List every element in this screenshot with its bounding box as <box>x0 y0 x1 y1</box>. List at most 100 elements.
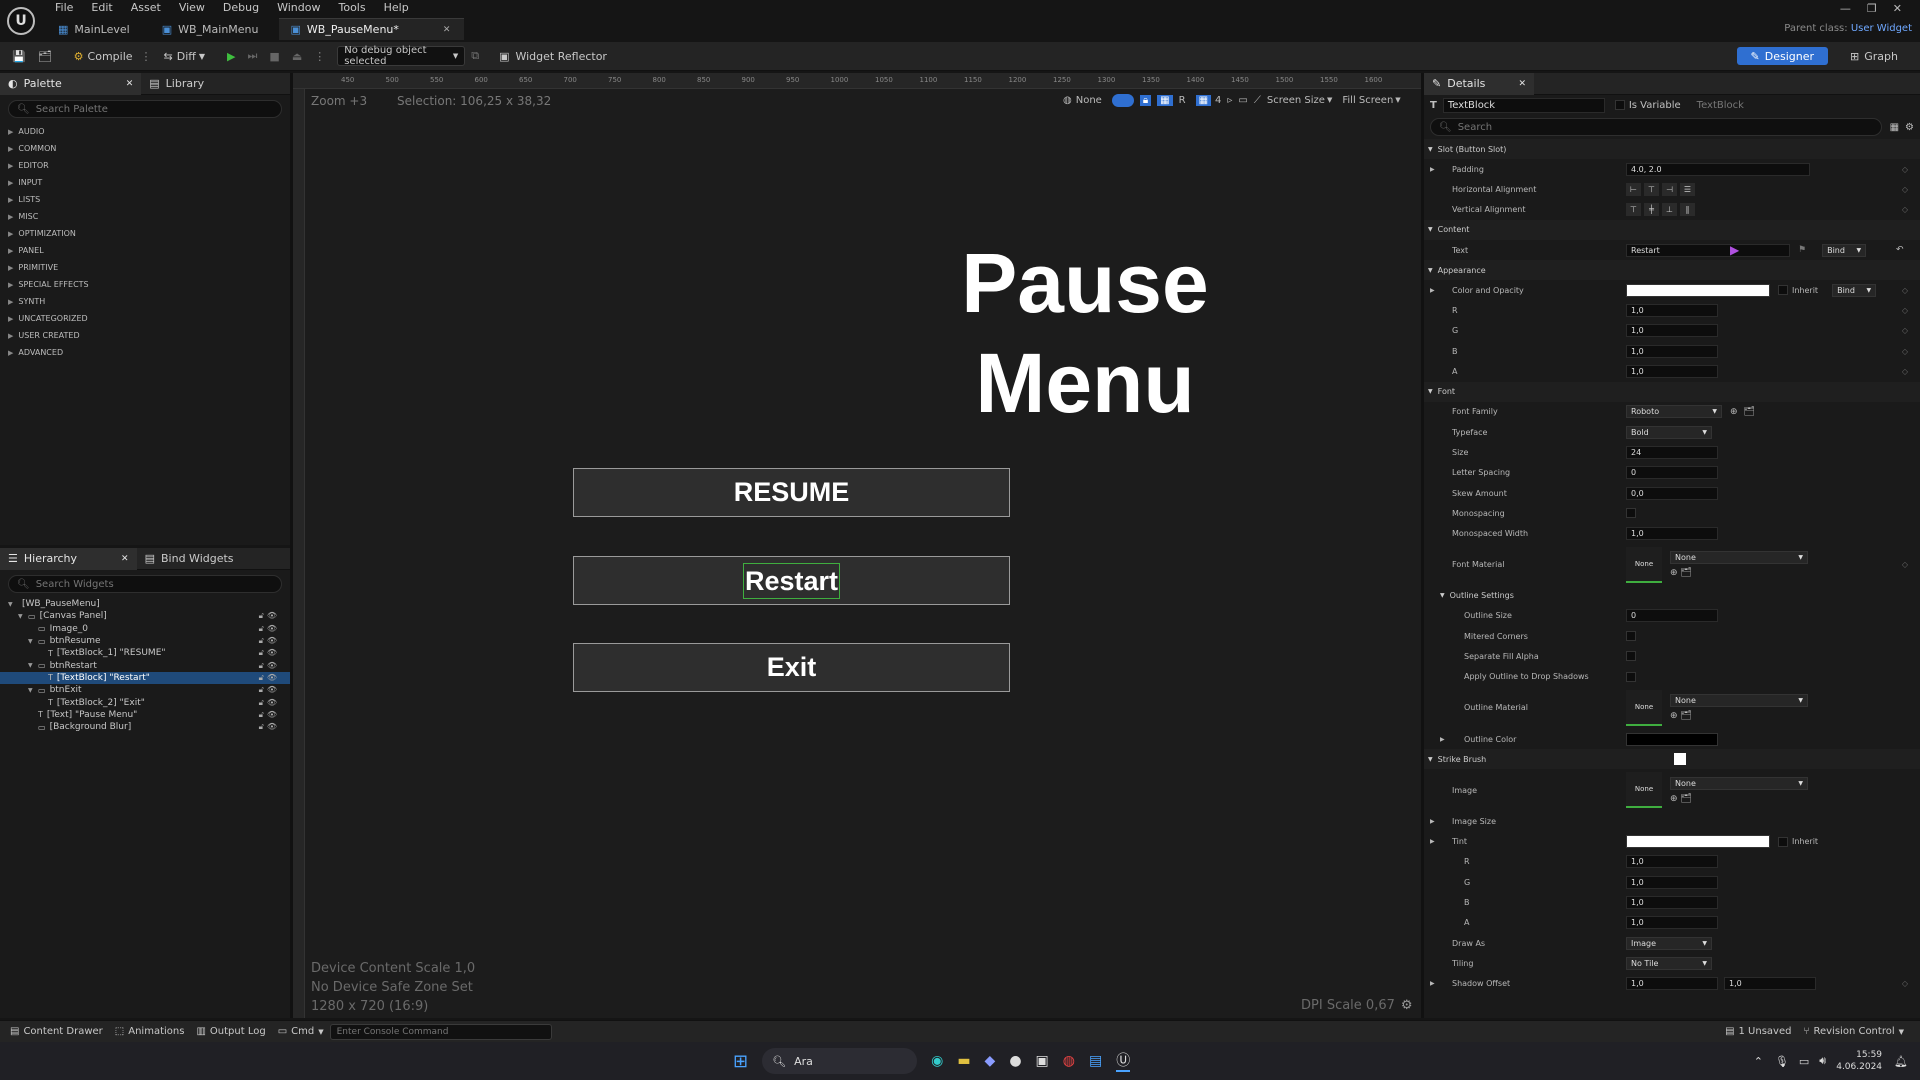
asset-dropdown[interactable]: None ▼ <box>1670 551 1808 565</box>
v-align-button-2[interactable]: ⊥ <box>1662 203 1677 217</box>
font-material-thumbnail[interactable]: None <box>1626 546 1662 583</box>
size-field[interactable]: 24 <box>1626 445 1718 459</box>
browse-icon[interactable]: 🗂 <box>1680 794 1691 804</box>
keyframe-icon[interactable]: ◇ <box>1902 185 1908 194</box>
hierarchy-row[interactable]: T [Text] "Pause Menu" 🔓︎👁︎ <box>0 709 290 721</box>
palette-category-lists[interactable]: ▶ LISTS <box>0 191 290 208</box>
apply-outline-checkbox[interactable] <box>1626 671 1636 682</box>
flag-icon[interactable]: ⚑ <box>1798 245 1806 255</box>
use-selected-icon[interactable]: ⊕ <box>1670 794 1678 804</box>
menu-item-file[interactable]: File <box>46 0 82 16</box>
keyframe-icon[interactable]: ◇ <box>1902 165 1908 174</box>
debug-filter-button[interactable]: ⧉ <box>465 45 485 67</box>
palette-category-user-created[interactable]: ▶ USER CREATED <box>0 327 290 344</box>
keyframe-icon[interactable]: ◇ <box>1902 306 1908 315</box>
letter-spacing-field[interactable]: 0 <box>1626 466 1718 480</box>
hierarchy-row[interactable]: ▭ Image_0 🔓︎👁︎ <box>0 623 290 635</box>
lock-visibility-icons[interactable]: 🔓︎👁︎ <box>259 710 280 720</box>
toggle-switch[interactable] <box>1111 93 1134 107</box>
keyframe-icon[interactable]: ◇ <box>1902 367 1908 376</box>
lock-visibility-icons[interactable]: 🔓︎👁︎ <box>259 673 280 683</box>
shadow-y-field[interactable]: 1,0 <box>1724 977 1816 991</box>
step-button[interactable]: ⏭ <box>242 45 264 67</box>
keyframe-icon[interactable]: ◇ <box>1902 205 1908 214</box>
explorer-icon[interactable]: ▬ <box>957 1053 970 1069</box>
menu-item-edit[interactable]: Edit <box>82 0 121 16</box>
restart-label-selected[interactable]: Restart <box>742 562 841 599</box>
close-window-icon[interactable]: ✕ <box>1885 2 1910 15</box>
browse-icon[interactable]: 🗂 <box>1744 407 1755 417</box>
asset-dropdown[interactable]: None ▼ <box>1670 776 1808 790</box>
strike-image-thumbnail[interactable]: None <box>1626 772 1662 809</box>
palette-search-input[interactable] <box>35 103 273 115</box>
lock-visibility-icons[interactable]: 🔓︎👁︎ <box>259 685 280 695</box>
lock-visibility-icons[interactable]: 🔓︎👁︎ <box>259 611 280 621</box>
keyframe-icon[interactable]: ◇ <box>1902 347 1908 356</box>
menu-item-tools[interactable]: Tools <box>329 0 374 16</box>
font-family-dropdown[interactable]: Roboto ▼ <box>1626 405 1722 419</box>
color-r-field[interactable]: 1,0 <box>1626 304 1718 318</box>
palette-category-special-effects[interactable]: ▶ SPECIAL EFFECTS <box>0 276 290 293</box>
r-toggle[interactable]: R <box>1179 95 1186 106</box>
skew-field[interactable]: 0,0 <box>1626 486 1718 500</box>
close-icon[interactable]: ✕ <box>126 79 134 89</box>
hierarchy-row[interactable]: T [TextBlock_2] "Exit" 🔓︎👁︎ <box>0 696 290 708</box>
shadow-x-field[interactable]: 1,0 <box>1626 977 1718 991</box>
tab-hierarchy[interactable]: ☰ Hierarchy ✕ <box>0 547 137 570</box>
outline-material-thumbnail[interactable]: None <box>1626 689 1662 726</box>
text-value-field[interactable]: Restart <box>1626 243 1790 257</box>
use-selected-icon[interactable]: ⊕ <box>1670 568 1678 578</box>
menu-item-view[interactable]: View <box>170 0 214 16</box>
monospaced-width-field[interactable]: 1,0 <box>1626 527 1718 541</box>
edge-icon[interactable]: ◉ <box>931 1053 943 1069</box>
graph-mode-button[interactable]: ⊞ Graph <box>1844 45 1904 67</box>
tab-wbmainmenu[interactable]: ▣ WB_MainMenu <box>150 18 273 40</box>
tab-palette[interactable]: ◐ Palette ✕ <box>0 72 142 95</box>
tab-wbpausemenu[interactable]: ▣ WB_PauseMenu* ✕ <box>278 18 465 40</box>
keyframe-icon[interactable]: ◇ <box>1902 326 1908 335</box>
screen-size-select[interactable]: Screen Size <box>1267 95 1325 106</box>
chevron-right-icon[interactable]: ▶ <box>1430 818 1435 825</box>
browse-icon[interactable]: 🗂 <box>1680 711 1691 721</box>
unreal-logo-icon[interactable]: U <box>7 7 35 35</box>
inherit-checkbox[interactable] <box>1778 285 1788 296</box>
bind-dropdown[interactable]: Bind ▼ <box>1822 243 1867 257</box>
tab-mainlevel[interactable]: ▦ MainLevel <box>46 18 144 40</box>
hierarchy-search-input[interactable] <box>35 578 273 590</box>
chrome-icon[interactable]: ◍ <box>1063 1053 1075 1069</box>
hierarchy-row[interactable]: T [TextBlock] "Restart" 🔓︎👁︎ <box>0 671 290 685</box>
parent-class-value[interactable]: User Widget <box>1851 23 1912 34</box>
palette-category-uncategorized[interactable]: ▶ UNCATEGORIZED <box>0 310 290 327</box>
pause-menu-title[interactable]: Pause Menu <box>846 233 1324 433</box>
lock-visibility-icons[interactable]: 🔓︎👁︎ <box>259 722 280 732</box>
respect-locks-icon[interactable]: ▦ <box>1157 94 1173 106</box>
typeface-dropdown[interactable]: Bold ▼ <box>1626 425 1712 439</box>
tab-library[interactable]: ▤ Library <box>141 73 212 95</box>
color-g-field[interactable]: 1,0 <box>1626 324 1718 338</box>
use-selected-icon[interactable]: ⊕ <box>1730 407 1738 417</box>
play-options-icon[interactable]: ⋮ <box>308 45 331 67</box>
tint-r-field[interactable]: 1,0 <box>1626 855 1718 869</box>
notepad-icon[interactable]: ▤ <box>1089 1053 1102 1069</box>
notification-icon[interactable]: 🔔︎ <box>1894 1055 1908 1068</box>
content-drawer-button[interactable]: ▤ Content Drawer <box>4 1021 109 1043</box>
chevron-right-icon[interactable]: ▶ <box>1440 736 1445 743</box>
hierarchy-row[interactable]: T [TextBlock_1] "RESUME" 🔓︎👁︎ <box>0 647 290 659</box>
stop-button[interactable]: ■ <box>263 45 285 67</box>
lock-visibility-icons[interactable]: 🔓︎👁︎ <box>259 661 280 671</box>
close-icon[interactable]: ✕ <box>443 25 451 35</box>
play-button[interactable]: ▶ <box>221 45 241 67</box>
debug-object-select[interactable]: No debug object selected ▼ <box>337 45 466 67</box>
chevron-right-icon[interactable]: ▶ <box>1430 166 1435 173</box>
hierarchy-row[interactable]: ▼ ▭ btnResume 🔓︎👁︎ <box>0 635 290 647</box>
compile-button[interactable]: ⚙ Compile ⋮ <box>68 45 158 67</box>
bind-dropdown[interactable]: Bind ▼ <box>1832 283 1877 297</box>
section-slot[interactable]: ▼ Slot (Button Slot) <box>1424 139 1920 159</box>
output-log-button[interactable]: ▥ Output Log <box>190 1021 271 1043</box>
animations-button[interactable]: ⬚ Animations <box>109 1021 191 1043</box>
palette-category-advanced[interactable]: ▶ ADVANCED <box>0 344 290 361</box>
palette-category-panel[interactable]: ▶ PANEL <box>0 242 290 259</box>
designer-viewport[interactable]: Zoom +3 Selection: 106,25 x 38,32 ◍ None… <box>293 73 1421 1018</box>
separate-fill-alpha-checkbox[interactable] <box>1626 651 1636 662</box>
close-icon[interactable]: ✕ <box>1518 79 1526 89</box>
